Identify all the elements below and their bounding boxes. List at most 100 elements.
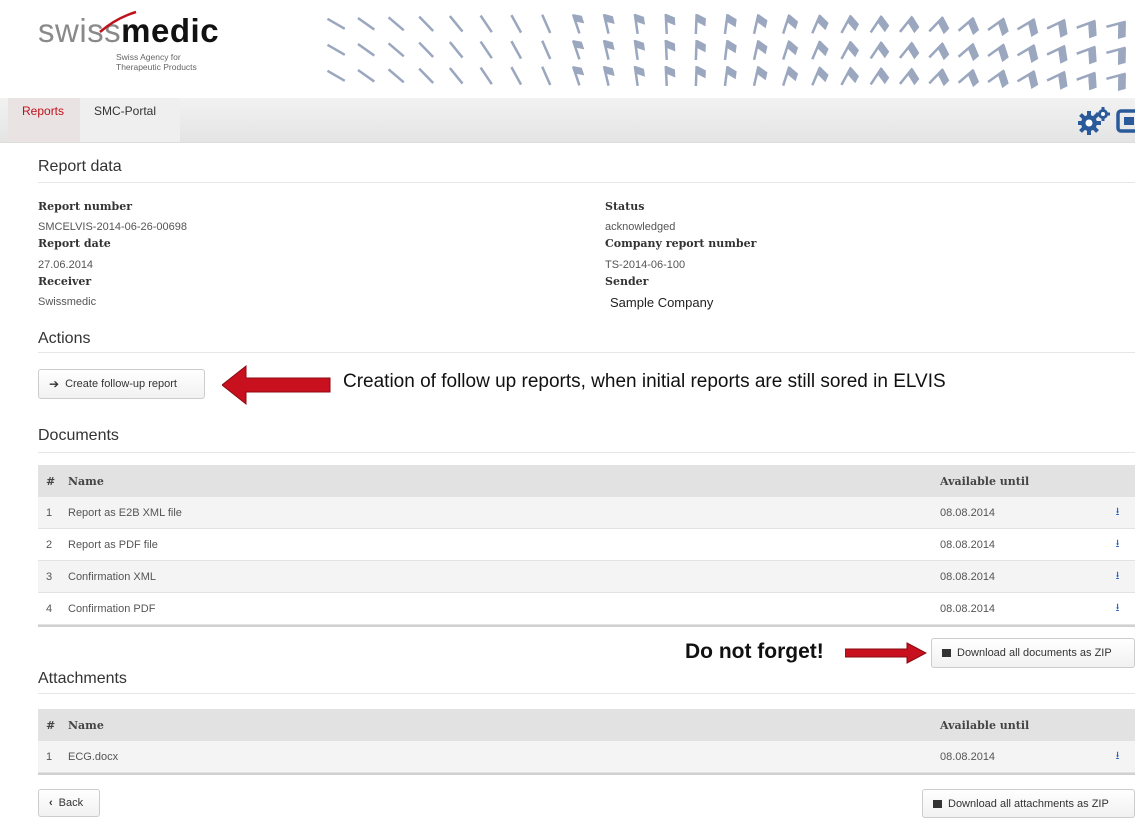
- download-icon[interactable]: ⭳: [1100, 535, 1135, 554]
- gears-icon[interactable]: [1078, 106, 1112, 136]
- status-value: acknowledged: [605, 221, 676, 233]
- pattern-mark: [781, 66, 799, 86]
- pattern-mark: [602, 13, 615, 34]
- pattern-mark: [928, 42, 950, 61]
- pattern-mark: [840, 14, 860, 34]
- report-date-value: 27.06.2014: [38, 259, 94, 271]
- attachments-table-header: # Name Available until: [38, 709, 1135, 741]
- logo-subtitle-line1: Swiss Agency for: [116, 52, 181, 62]
- pattern-mark: [723, 65, 737, 87]
- logo-swoosh-icon: [99, 10, 137, 33]
- available-until: 08.08.2014: [940, 570, 996, 583]
- receiver-label: Receiver: [38, 275, 92, 288]
- col-header-available-until[interactable]: Available until: [940, 719, 1100, 732]
- pattern-mark: [448, 15, 464, 33]
- row-number: 2: [46, 538, 53, 551]
- table-bottom-border: [38, 625, 1135, 627]
- download-icon[interactable]: ⭳: [1100, 747, 1135, 766]
- pattern-mark: [869, 41, 890, 60]
- row-number: 1: [46, 750, 53, 763]
- sender-label: Sender: [605, 275, 649, 288]
- table-row[interactable]: 4 Confirmation PDF 08.08.2014 ⭳: [38, 593, 1135, 625]
- document-name[interactable]: Confirmation XML: [68, 571, 940, 583]
- download-all-attachments-label: Download all attachments as ZIP: [948, 797, 1109, 810]
- pattern-mark: [479, 14, 493, 33]
- download-icon[interactable]: ⭳: [1100, 567, 1135, 586]
- attachments-table: # Name Available until 1 ECG.docx 08.08.…: [38, 709, 1135, 775]
- pattern-mark: [326, 43, 346, 56]
- pattern-mark: [987, 43, 1009, 63]
- pattern-mark: [694, 65, 706, 87]
- table-row[interactable]: 1 ECG.docx 08.08.2014 ⭳: [38, 741, 1135, 773]
- report-date-label: Report date: [38, 237, 111, 250]
- pattern-mark: [840, 66, 860, 86]
- pattern-mark: [664, 13, 676, 35]
- pattern-mark: [1076, 19, 1097, 39]
- create-follow-up-report-button[interactable]: ➔ Create follow-up report: [38, 369, 205, 399]
- attachment-name[interactable]: ECG.docx: [68, 751, 940, 763]
- pattern-mark: [418, 67, 435, 84]
- archive-icon: [933, 799, 942, 808]
- tab-smc-portal[interactable]: SMC-Portal: [80, 98, 180, 142]
- status-label: Status: [605, 200, 645, 213]
- divider: [38, 352, 1135, 353]
- col-header-name[interactable]: Name: [68, 475, 940, 488]
- download-icon[interactable]: ⭳: [1100, 503, 1135, 522]
- pattern-mark: [326, 17, 346, 30]
- download-all-attachments-zip-button[interactable]: Download all attachments as ZIP: [922, 789, 1135, 818]
- document-name[interactable]: Confirmation PDF: [68, 603, 940, 615]
- header: swissmedic Swiss Agency for Therapeutic …: [0, 0, 1135, 100]
- col-header-available-until[interactable]: Available until: [940, 475, 1100, 488]
- document-name[interactable]: Report as E2B XML file: [68, 507, 940, 519]
- pattern-mark: [541, 14, 552, 34]
- actions-title: Actions: [38, 330, 91, 347]
- documents-table-header: # Name Available until: [38, 465, 1135, 497]
- pattern-mark: [664, 39, 676, 61]
- header-pattern-graphic: [326, 13, 1127, 92]
- pattern-mark: [448, 41, 464, 59]
- pattern-mark: [1076, 71, 1097, 91]
- pattern-mark: [811, 66, 829, 86]
- swissmedic-logo[interactable]: swissmedic Swiss Agency for Therapeutic …: [38, 10, 219, 72]
- col-header-name[interactable]: Name: [68, 719, 940, 732]
- create-follow-up-report-label: Create follow-up report: [65, 378, 177, 390]
- back-button[interactable]: ‹ Back: [38, 789, 100, 817]
- pattern-mark: [898, 41, 920, 60]
- logout-icon[interactable]: [1116, 106, 1135, 136]
- follow-up-annotation: Creation of follow up reports, when init…: [343, 371, 946, 392]
- pattern-mark: [840, 40, 860, 60]
- pattern-mark: [1016, 70, 1039, 89]
- pattern-mark: [957, 42, 980, 62]
- pattern-mark: [357, 43, 376, 57]
- pattern-mark: [418, 15, 435, 32]
- pattern-mark: [571, 14, 585, 34]
- document-name[interactable]: Report as PDF file: [68, 539, 940, 551]
- table-bottom-border: [38, 773, 1135, 775]
- pattern-mark: [633, 39, 646, 61]
- table-row[interactable]: 1 Report as E2B XML file 08.08.2014 ⭳: [38, 497, 1135, 529]
- table-row[interactable]: 3 Confirmation XML 08.08.2014 ⭳: [38, 561, 1135, 593]
- pattern-mark: [633, 13, 646, 35]
- download-all-documents-zip-button[interactable]: Download all documents as ZIP: [931, 638, 1135, 668]
- logo-subtitle-line2: Therapeutic Products: [116, 62, 197, 72]
- pattern-mark: [928, 68, 950, 87]
- row-number: 4: [46, 602, 53, 615]
- divider: [38, 182, 1135, 183]
- pattern-mark: [987, 17, 1009, 37]
- top-navbar: Reports SMC-Portal: [0, 98, 1135, 143]
- pattern-mark: [694, 39, 706, 61]
- available-until: 08.08.2014: [940, 750, 996, 763]
- report-number-label: Report number: [38, 200, 132, 213]
- available-until: 08.08.2014: [940, 506, 996, 519]
- pattern-mark: [1016, 44, 1039, 63]
- download-icon[interactable]: ⭳: [1100, 599, 1135, 618]
- pattern-mark: [1106, 46, 1127, 66]
- pattern-mark: [752, 40, 768, 61]
- table-row[interactable]: 2 Report as PDF file 08.08.2014 ⭳: [38, 529, 1135, 561]
- pattern-mark: [633, 65, 646, 87]
- tab-reports[interactable]: Reports: [8, 98, 83, 142]
- company-report-number-value: TS-2014-06-100: [605, 259, 686, 271]
- pattern-mark: [571, 40, 585, 60]
- pattern-mark: [694, 13, 706, 35]
- sender-value: Sample Company: [610, 295, 714, 310]
